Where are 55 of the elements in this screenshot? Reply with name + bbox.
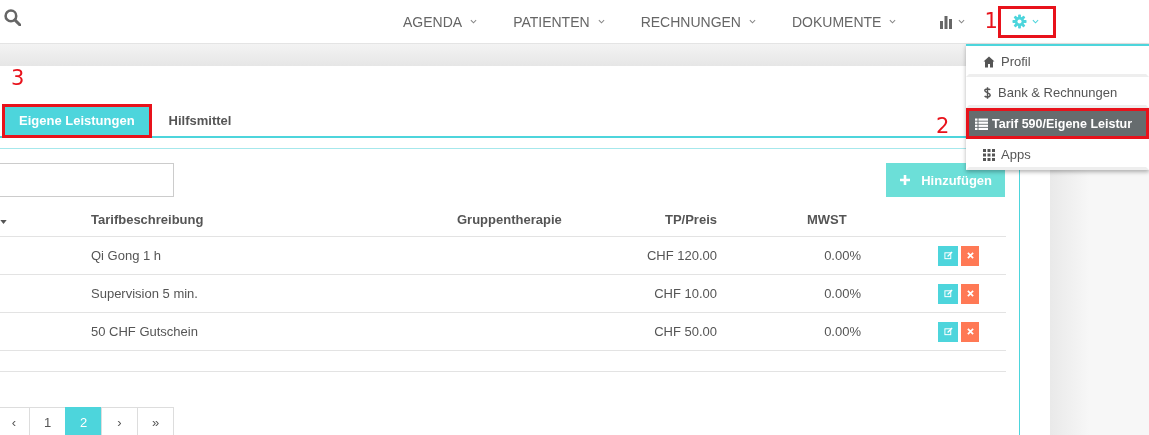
chevron-down-icon <box>889 19 897 24</box>
nav-menu[interactable]: PATIENTEN <box>513 13 605 30</box>
tab[interactable]: Hilfsmittel <box>151 104 249 138</box>
dollar-icon <box>983 85 992 100</box>
annotation-number: 2 <box>936 116 950 137</box>
list-icon <box>975 117 988 130</box>
search-field[interactable] <box>0 163 174 197</box>
settings-menu-button[interactable] <box>998 5 1057 38</box>
nav-menu[interactable]: DOKUMENTE <box>791 13 897 30</box>
menu-item[interactable]: Apps <box>966 139 1149 170</box>
page-button[interactable]: › <box>101 407 138 435</box>
edit-button[interactable] <box>938 283 958 304</box>
nav-menu[interactable]: RECHNUNGEN <box>640 13 756 30</box>
table-cell: 0.00% <box>824 286 861 301</box>
chevron-down-icon <box>470 19 478 24</box>
annotation-number: 3 <box>11 68 25 89</box>
table-cell: CHF 10.00 <box>654 286 717 301</box>
edit-button[interactable] <box>938 321 958 342</box>
chevron-down-icon <box>597 19 605 24</box>
plus-icon <box>899 174 912 186</box>
menu-item[interactable]: Profil <box>966 46 1149 77</box>
delete-button[interactable] <box>961 321 979 342</box>
chevron-down-icon <box>1032 18 1040 24</box>
table-cell: 0.00% <box>824 248 861 263</box>
gear-icon <box>1012 13 1028 29</box>
sort-caret-icon[interactable] <box>0 220 7 224</box>
grid-icon <box>983 148 995 161</box>
edit-icon <box>943 251 953 260</box>
edit-button[interactable] <box>938 245 958 266</box>
table-cell: 50 CHF Gutschein <box>91 324 198 339</box>
edit-icon <box>943 289 953 298</box>
table-cell: 0.00% <box>824 324 861 339</box>
close-icon <box>966 328 974 335</box>
delete-button[interactable] <box>961 245 979 266</box>
page-button[interactable]: » <box>137 407 174 435</box>
column-header: Gruppentherapie <box>457 212 562 227</box>
edit-icon <box>943 327 953 336</box>
table-cell: Supervision 5 min. <box>91 286 198 301</box>
home-icon <box>983 55 995 68</box>
table-cell: CHF 120.00 <box>646 248 717 263</box>
column-header: MWST <box>807 212 847 227</box>
close-icon <box>966 290 974 297</box>
column-header: Tarifbeschreibung <box>91 212 204 227</box>
column-header: TP/Preis <box>664 212 717 227</box>
table-cell: Qi Gong 1 h <box>91 248 162 263</box>
delete-button[interactable] <box>961 283 979 304</box>
bar-chart-icon <box>939 14 954 29</box>
nav-menu[interactable]: AGENDA <box>403 13 478 30</box>
close-icon <box>966 252 974 259</box>
table-cell: CHF 50.00 <box>654 324 717 339</box>
annotation-number: 1 <box>984 10 998 32</box>
search-icon[interactable] <box>4 9 21 26</box>
chevron-down-icon <box>748 19 756 24</box>
menu-item[interactable]: Tarif 590/Eigene Leistur <box>966 108 1149 139</box>
chevron-down-icon <box>958 19 966 24</box>
